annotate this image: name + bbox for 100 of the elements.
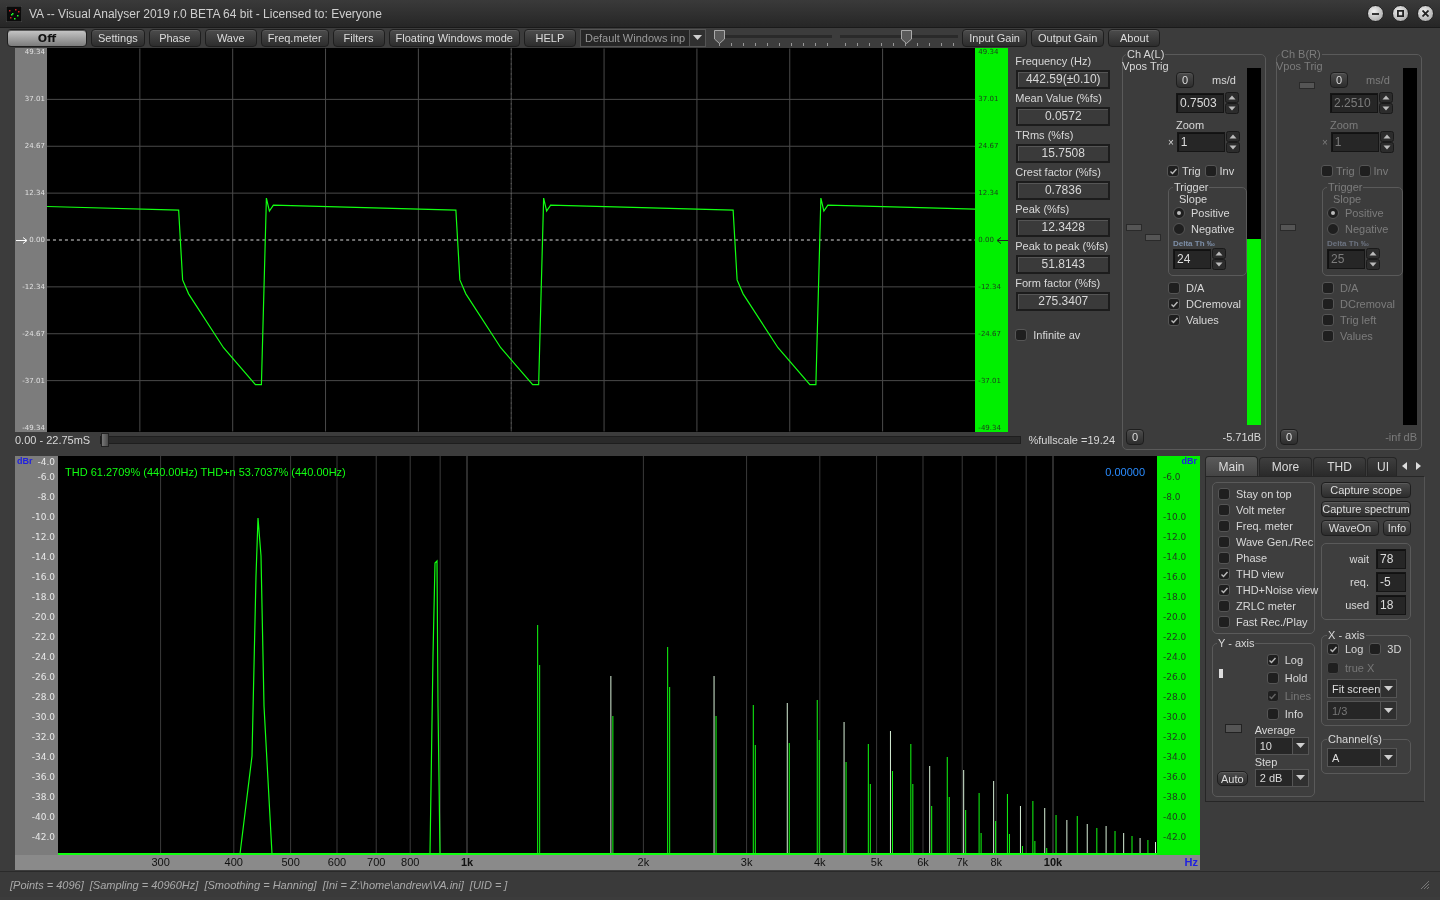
toolbar-button[interactable]: Phase xyxy=(148,29,201,47)
number-field[interactable]: 24 xyxy=(1173,249,1211,269)
spin-buttons[interactable] xyxy=(1379,92,1393,114)
dropdown[interactable]: A xyxy=(1327,748,1397,767)
tab[interactable]: Main xyxy=(1205,456,1258,476)
radio-button[interactable] xyxy=(1173,207,1185,219)
checkbox[interactable] xyxy=(1322,314,1334,326)
toolbar-button[interactable]: Output Gain xyxy=(1031,29,1105,47)
checkbox[interactable] xyxy=(1218,488,1230,500)
radio-button[interactable] xyxy=(1173,223,1185,235)
tab[interactable]: More xyxy=(1259,457,1312,476)
right-arrow-icon[interactable] xyxy=(1415,462,1422,470)
slider-thumb[interactable] xyxy=(901,30,913,44)
number-field[interactable]: 1 xyxy=(1330,132,1379,152)
checkbox[interactable] xyxy=(1167,165,1179,177)
checkbox[interactable] xyxy=(1218,504,1230,516)
minimize-button[interactable] xyxy=(1367,5,1384,22)
action-button[interactable]: Capture spectrum xyxy=(1321,501,1411,517)
axis-label: 5k xyxy=(870,856,883,869)
axis-label: -38.0 xyxy=(1163,792,1187,802)
checkbox[interactable] xyxy=(1168,282,1180,294)
slider-handle[interactable] xyxy=(1126,224,1142,231)
auto-button[interactable]: Auto xyxy=(1217,771,1248,786)
maximize-button[interactable] xyxy=(1392,5,1409,22)
axis-label: -4.0 xyxy=(37,457,55,467)
dropdown[interactable]: 2 dB xyxy=(1254,769,1309,787)
number-field[interactable]: 1 xyxy=(1176,132,1225,152)
number-field[interactable]: -5 xyxy=(1376,572,1406,592)
checkbox[interactable] xyxy=(1322,298,1334,310)
slider-thumb[interactable] xyxy=(714,30,726,44)
radio-button[interactable] xyxy=(1327,223,1339,235)
slider-handle[interactable] xyxy=(1145,234,1161,241)
radio-button[interactable] xyxy=(1327,207,1339,219)
measurement-label: Peak (%fs) xyxy=(1015,202,1071,216)
tab[interactable]: THD xyxy=(1313,457,1366,476)
spin-buttons[interactable] xyxy=(1366,248,1380,270)
checkbox[interactable] xyxy=(1266,708,1279,720)
toolbar-button[interactable]: HELP xyxy=(523,29,576,47)
toolbar-button[interactable]: Freq.meter xyxy=(260,29,329,47)
checkbox[interactable] xyxy=(1358,165,1371,177)
checkbox[interactable] xyxy=(1327,643,1339,655)
checkbox[interactable] xyxy=(1321,165,1333,177)
spin-buttons[interactable] xyxy=(1225,92,1239,114)
checkbox[interactable] xyxy=(1218,568,1230,580)
checkbox[interactable] xyxy=(1322,330,1334,342)
checkbox[interactable] xyxy=(1266,672,1279,684)
number-field[interactable]: 18 xyxy=(1376,595,1406,615)
toolbar-button[interactable]: Floating Windows mode xyxy=(388,29,520,47)
checkbox-label: THD+Noise view xyxy=(1236,584,1319,596)
close-button[interactable] xyxy=(1417,5,1434,22)
checkbox[interactable] xyxy=(1266,654,1279,666)
slider-handle[interactable] xyxy=(1219,669,1223,678)
level-reading: -inf dB xyxy=(1385,431,1417,443)
dropdown[interactable]: Default Windows inp xyxy=(579,29,707,47)
action-button[interactable]: Info xyxy=(1383,520,1411,536)
checkbox[interactable] xyxy=(1218,600,1230,612)
left-arrow-icon[interactable] xyxy=(1401,462,1408,470)
spin-buttons[interactable] xyxy=(1225,131,1240,153)
toolbar-button[interactable]: Settings xyxy=(91,29,145,47)
toolbar-button[interactable]: About xyxy=(1108,29,1161,47)
toolbar-button[interactable]: Filters xyxy=(332,29,385,47)
zero-button[interactable]: 0 xyxy=(1126,429,1144,445)
axis-label: -36.0 xyxy=(31,772,55,782)
checkbox[interactable] xyxy=(1322,282,1334,294)
action-button[interactable]: WaveOn xyxy=(1321,520,1379,536)
number-field[interactable]: 25 xyxy=(1327,249,1365,269)
tab[interactable]: UI xyxy=(1367,457,1397,476)
zero-button[interactable]: 0 xyxy=(1330,72,1348,88)
slider-handle[interactable] xyxy=(1299,82,1315,89)
group-title: Y - axis xyxy=(1217,637,1256,649)
dropdown[interactable]: 10 xyxy=(1254,737,1309,755)
checkbox[interactable] xyxy=(1218,616,1230,628)
toolbar-button[interactable]: Off xyxy=(7,29,87,47)
checkbox[interactable] xyxy=(1218,536,1230,548)
action-button[interactable]: Capture scope xyxy=(1321,482,1411,498)
zero-button[interactable]: 0 xyxy=(1176,72,1194,88)
toolbar-button[interactable]: Wave xyxy=(204,29,257,47)
spin-buttons[interactable] xyxy=(1379,131,1394,153)
checkbox[interactable] xyxy=(1218,520,1230,532)
dropdown[interactable]: Fit screen xyxy=(1327,679,1397,698)
readout-field: 275.3407 xyxy=(1016,292,1111,311)
checkbox[interactable] xyxy=(1218,552,1230,564)
checkbox[interactable] xyxy=(1168,298,1180,310)
checkbox[interactable] xyxy=(1369,643,1382,655)
slider-track[interactable] xyxy=(714,30,833,46)
checkbox[interactable] xyxy=(1218,584,1230,596)
resize-grip-icon[interactable] xyxy=(1420,879,1430,890)
toolbar-button[interactable]: Input Gain xyxy=(962,29,1027,47)
slider-handle[interactable] xyxy=(1225,724,1242,733)
zero-button[interactable]: 0 xyxy=(1280,429,1298,445)
axis-label: -20.0 xyxy=(1163,612,1187,622)
checkbox[interactable] xyxy=(1204,165,1217,177)
number-field[interactable]: 2.2510 xyxy=(1330,93,1378,113)
slider-track[interactable] xyxy=(840,30,959,46)
checkbox[interactable] xyxy=(1015,329,1028,341)
spin-buttons[interactable] xyxy=(1212,248,1226,270)
slider-handle[interactable] xyxy=(1280,224,1296,231)
number-field[interactable]: 0.7503 xyxy=(1176,93,1224,113)
checkbox[interactable] xyxy=(1168,314,1180,326)
number-field[interactable]: 78 xyxy=(1376,549,1406,569)
